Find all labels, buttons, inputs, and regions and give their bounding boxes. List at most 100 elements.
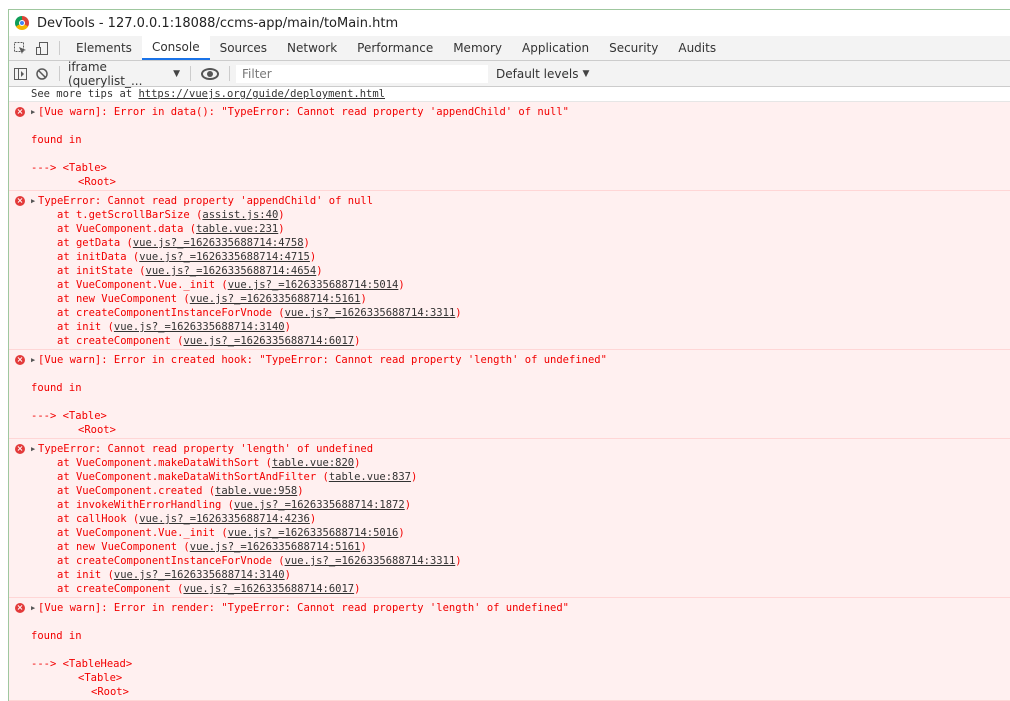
- stack-frame: at callHook (vue.js?_=1626335688714:4236…: [31, 512, 1010, 526]
- expand-triangle-icon[interactable]: ▶: [31, 442, 38, 456]
- tab-application[interactable]: Application: [512, 36, 599, 60]
- console-error-message[interactable]: × ▶ [Vue warn]: Error in render: "TypeErro…: [9, 598, 1010, 701]
- tab-audits[interactable]: Audits: [668, 36, 726, 60]
- stack-function: at createComponentInstanceForVnode (: [57, 555, 285, 567]
- stack-frame: at VueComponent.makeDataWithSort (table.…: [31, 456, 1010, 470]
- message-header[interactable]: ▶ [Vue warn]: Error in data(): "TypeError…: [31, 105, 1010, 119]
- toolbar-divider: [229, 66, 230, 81]
- stack-function: at VueComponent.Vue._init (: [57, 279, 228, 291]
- stack-source-link[interactable]: vue.js?_=1626335688714:3140: [114, 569, 285, 581]
- component-trace-line: ---> <TableHead>: [31, 658, 133, 670]
- tab-performance[interactable]: Performance: [347, 36, 443, 60]
- stack-source-link[interactable]: vue.js?_=1626335688714:4654: [146, 265, 317, 277]
- stack-close-paren: ): [297, 485, 304, 497]
- console-error-message[interactable]: × ▶ TypeError: Cannot read property 'lengt…: [9, 439, 1010, 598]
- stack-source-link[interactable]: vue.js?_=1626335688714:1872: [234, 499, 405, 511]
- message-header[interactable]: ▶ TypeError: Cannot read property 'length…: [31, 442, 1010, 456]
- message-header[interactable]: ▶ [Vue warn]: Error in render: "TypeError…: [31, 601, 1010, 615]
- stack-source-link[interactable]: vue.js?_=1626335688714:6017: [183, 335, 354, 347]
- inspect-element-icon[interactable]: [9, 36, 31, 60]
- component-trace-line: <Root>: [78, 424, 116, 436]
- message-text: TypeError: Cannot read property 'length'…: [38, 443, 374, 455]
- chevron-down-icon: ▼: [582, 68, 590, 79]
- stack-source-link[interactable]: vue.js?_=1626335688714:4715: [139, 251, 310, 263]
- stack-close-paren: ): [455, 307, 462, 319]
- tab-memory[interactable]: Memory: [443, 36, 512, 60]
- stack-function: at init (: [57, 321, 114, 333]
- window-title: DevTools - 127.0.0.1:18088/ccms-app/main…: [37, 15, 399, 31]
- stack-source-link[interactable]: vue.js?_=1626335688714:5161: [190, 541, 361, 553]
- component-trace-line: <Root>: [91, 686, 129, 698]
- expand-triangle-icon[interactable]: ▶: [31, 353, 38, 367]
- toolbar-divider: [59, 66, 60, 81]
- stack-source-link[interactable]: assist.js:40: [202, 209, 278, 221]
- stack-close-paren: ): [309, 513, 317, 525]
- stack-source-link[interactable]: vue.js?_=1626335688714:4236: [139, 513, 310, 525]
- message-text: [Vue warn]: Error in created hook: "Type…: [38, 354, 607, 366]
- tab-network[interactable]: Network: [277, 36, 347, 60]
- log-levels-label: Default levels: [496, 66, 579, 81]
- stack-close-paren: ): [309, 251, 317, 263]
- error-circle-icon: ×: [15, 444, 25, 454]
- tip-link[interactable]: https://vuejs.org/guide/deployment.html: [138, 88, 385, 100]
- stack-close-paren: ): [278, 209, 285, 221]
- component-trace-line: <Table>: [78, 672, 123, 684]
- filter-input[interactable]: [236, 64, 488, 83]
- console-error-message[interactable]: × ▶ TypeError: Cannot read property 'appen…: [9, 191, 1010, 350]
- tab-elements[interactable]: Elements: [66, 36, 142, 60]
- stack-source-link[interactable]: vue.js?_=1626335688714:6017: [183, 583, 354, 595]
- stack-source-link[interactable]: vue.js?_=1626335688714:5016: [228, 527, 399, 539]
- stack-function: at init (: [57, 569, 114, 581]
- clear-console-icon[interactable]: [31, 67, 53, 80]
- title-bar: DevTools - 127.0.0.1:18088/ccms-app/main…: [9, 10, 1010, 36]
- stack-frame: at createComponentInstanceForVnode (vue.…: [31, 306, 1010, 320]
- stack-source-link[interactable]: vue.js?_=1626335688714:3140: [114, 321, 285, 333]
- stack-source-link[interactable]: table.vue:958: [215, 485, 297, 497]
- stack-function: at callHook (: [57, 513, 140, 525]
- stack-source-link[interactable]: vue.js?_=1626335688714:5161: [190, 293, 361, 305]
- stack-source-link[interactable]: vue.js?_=1626335688714:5014: [228, 279, 399, 291]
- log-levels-dropdown[interactable]: Default levels ▼: [496, 67, 589, 81]
- component-trace-line: ---> <Table>: [31, 410, 107, 422]
- console-tip-line: See more tips at https://vuejs.org/guide…: [9, 87, 1010, 102]
- console-error-message[interactable]: × ▶ [Vue warn]: Error in data(): "TypeErro…: [9, 102, 1010, 191]
- stack-source-link[interactable]: vue.js?_=1626335688714:3311: [285, 307, 456, 319]
- found-in-label: found in: [31, 630, 82, 642]
- message-header[interactable]: ▶ TypeError: Cannot read property 'append…: [31, 194, 1010, 208]
- console-error-message[interactable]: × ▶ [Vue warn]: Error in created hook: "Ty…: [9, 350, 1010, 439]
- message-text: [Vue warn]: Error in render: "TypeError:…: [38, 602, 570, 614]
- stack-source-link[interactable]: vue.js?_=1626335688714:3311: [285, 555, 456, 567]
- tip-prefix: See more tips at: [31, 88, 139, 100]
- message-header[interactable]: ▶ [Vue warn]: Error in created hook: "Typ…: [31, 353, 1010, 367]
- stack-function: at t.getScrollBarSize (: [57, 209, 203, 221]
- stack-frame: at new VueComponent (vue.js?_=1626335688…: [31, 540, 1010, 554]
- device-toolbar-icon[interactable]: [31, 36, 53, 60]
- console-output[interactable]: See more tips at https://vuejs.org/guide…: [9, 87, 1010, 701]
- tab-console[interactable]: Console: [141, 36, 210, 60]
- expand-triangle-icon[interactable]: ▶: [31, 105, 38, 119]
- stack-source-link[interactable]: table.vue:837: [329, 471, 411, 483]
- stack-function: at VueComponent.makeDataWithSort (: [57, 457, 272, 469]
- stack-function: at new VueComponent (: [57, 293, 190, 305]
- stack-frame: at new VueComponent (vue.js?_=1626335688…: [31, 292, 1010, 306]
- stack-function: at createComponentInstanceForVnode (: [57, 307, 285, 319]
- live-expression-eye-icon[interactable]: [201, 67, 219, 80]
- stack-source-link[interactable]: table.vue:820: [272, 457, 354, 469]
- stack-close-paren: ): [404, 499, 412, 511]
- expand-triangle-icon[interactable]: ▶: [31, 601, 38, 615]
- tab-sources[interactable]: Sources: [210, 36, 277, 60]
- message-text: [Vue warn]: Error in data(): "TypeError:…: [38, 106, 570, 118]
- chevron-down-icon: ▼: [173, 68, 180, 79]
- context-selector[interactable]: iframe (querylist_... ▼: [66, 60, 184, 88]
- stack-function: at initData (: [57, 251, 140, 263]
- stack-function: at VueComponent.Vue._init (: [57, 527, 228, 539]
- stack-source-link[interactable]: table.vue:231: [196, 223, 278, 235]
- tab-security[interactable]: Security: [599, 36, 668, 60]
- sidebar-toggle-icon[interactable]: [9, 67, 31, 80]
- expand-triangle-icon[interactable]: ▶: [31, 194, 38, 208]
- stack-source-link[interactable]: vue.js?_=1626335688714:4758: [133, 237, 304, 249]
- stack-function: at getData (: [57, 237, 133, 249]
